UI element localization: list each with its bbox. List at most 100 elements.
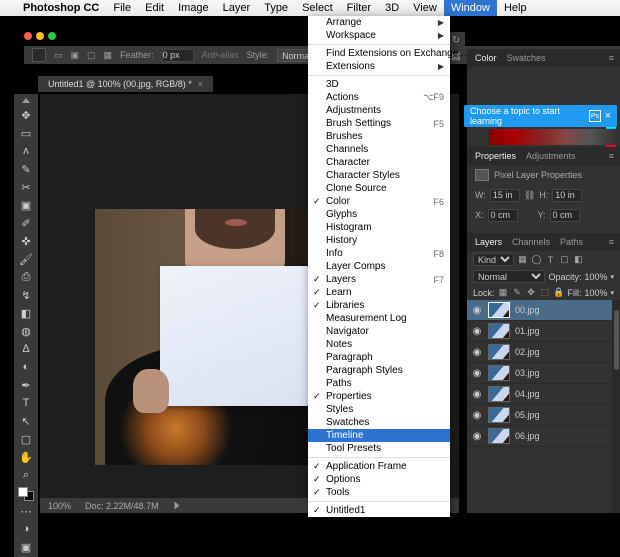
- minimize-window[interactable]: [36, 32, 44, 40]
- app-name[interactable]: Photoshop CC: [16, 0, 106, 16]
- layer-thumbnail[interactable]: [488, 386, 510, 402]
- visibility-icon[interactable]: ◉: [471, 326, 483, 337]
- menu-item-paragraph[interactable]: Paragraph: [308, 351, 450, 364]
- layer-thumbnail[interactable]: [488, 344, 510, 360]
- panel-menu-icon[interactable]: ≡: [609, 237, 612, 247]
- menu-item-arrange[interactable]: Arrange▶: [308, 16, 450, 29]
- menu-item-navigator[interactable]: Navigator: [308, 325, 450, 338]
- layer-row[interactable]: ◉ 06.jpg: [467, 426, 620, 447]
- layer-row[interactable]: ◉ 01.jpg: [467, 321, 620, 342]
- quick-select-tool[interactable]: ✎: [16, 161, 36, 177]
- tab-properties[interactable]: Properties: [475, 151, 516, 161]
- menu-item-swatches[interactable]: Swatches: [308, 416, 450, 429]
- tool-preset-picker[interactable]: [32, 48, 46, 62]
- menu-item-brush-settings[interactable]: Brush SettingsF5: [308, 117, 450, 130]
- menu-3d[interactable]: 3D: [378, 0, 406, 16]
- menu-item-options[interactable]: ✓Options: [308, 473, 450, 486]
- color-spectrum[interactable]: [489, 129, 616, 145]
- zoom-window[interactable]: [48, 32, 56, 40]
- healing-tool[interactable]: ✜: [16, 233, 36, 249]
- eraser-tool[interactable]: ◧: [16, 305, 36, 321]
- menu-window[interactable]: Window: [444, 0, 497, 16]
- marquee-new-icon[interactable]: ▭: [54, 50, 63, 61]
- layer-filter-icon[interactable]: ◯: [531, 254, 542, 265]
- zoom-tool[interactable]: ⌕: [16, 467, 36, 483]
- history-brush-tool[interactable]: ↯: [16, 287, 36, 303]
- layer-lock-icon[interactable]: ⬚: [539, 287, 550, 298]
- doc-size[interactable]: Doc: 2.22M/48.7M: [85, 501, 159, 511]
- layer-filter-icon[interactable]: ◧: [573, 254, 584, 265]
- menu-item-tools[interactable]: ✓Tools: [308, 486, 450, 499]
- layer-row[interactable]: ◉ 04.jpg: [467, 384, 620, 405]
- layer-row[interactable]: ◉ 05.jpg: [467, 405, 620, 426]
- layer-lock-icon[interactable]: 🔒: [553, 287, 564, 298]
- layer-lock-icon[interactable]: ✎: [512, 287, 523, 298]
- pen-tool[interactable]: ✒: [16, 377, 36, 393]
- visibility-icon[interactable]: ◉: [471, 347, 483, 358]
- foreground-color-swatch[interactable]: [18, 487, 28, 497]
- layer-name[interactable]: 06.jpg: [515, 431, 540, 441]
- menu-item-brushes[interactable]: Brushes: [308, 130, 450, 143]
- tab-color[interactable]: Color: [475, 53, 497, 63]
- menu-item-actions[interactable]: Actions⌥F9: [308, 91, 450, 104]
- menu-view[interactable]: View: [406, 0, 444, 16]
- menu-item-3d[interactable]: 3D: [308, 78, 450, 91]
- tab-paths[interactable]: Paths: [560, 237, 583, 247]
- visibility-icon[interactable]: ◉: [471, 389, 483, 400]
- menu-help[interactable]: Help: [497, 0, 534, 16]
- layer-thumbnail[interactable]: [488, 407, 510, 423]
- menu-item-character-styles[interactable]: Character Styles: [308, 169, 450, 182]
- layer-thumbnail[interactable]: [488, 428, 510, 444]
- frame-tool[interactable]: ▣: [16, 197, 36, 213]
- blur-tool[interactable]: ∆: [16, 341, 36, 357]
- gradient-tool[interactable]: ◍: [16, 323, 36, 339]
- menu-item-clone-source[interactable]: Clone Source: [308, 182, 450, 195]
- layers-scrollbar[interactable]: [612, 300, 620, 513]
- layer-lock-icon[interactable]: ✥: [525, 287, 536, 298]
- dodge-tool[interactable]: ◐: [16, 359, 36, 375]
- visibility-icon[interactable]: ◉: [471, 410, 483, 421]
- menu-item-application-frame[interactable]: ✓Application Frame: [308, 460, 450, 473]
- panel-menu-icon[interactable]: ≡: [609, 151, 612, 161]
- menu-item-paths[interactable]: Paths: [308, 377, 450, 390]
- menu-item-character[interactable]: Character: [308, 156, 450, 169]
- menu-item-tool-presets[interactable]: Tool Presets: [308, 442, 450, 455]
- tab-adjustments[interactable]: Adjustments: [526, 151, 576, 161]
- edit-toolbar[interactable]: ⋯: [16, 503, 36, 519]
- link-wh-icon[interactable]: ⛓: [524, 190, 535, 201]
- marquee-add-icon[interactable]: ▣: [71, 50, 80, 61]
- history-icon[interactable]: ↻: [452, 35, 460, 46]
- document-tab[interactable]: Untitled1 @ 100% (00.jpg, RGB/8) * ×: [38, 76, 213, 92]
- layer-kind-select[interactable]: Kind: [473, 253, 514, 266]
- layer-filter-icon[interactable]: T: [545, 254, 556, 265]
- layer-name[interactable]: 04.jpg: [515, 389, 540, 399]
- opacity-value[interactable]: 100%: [584, 272, 607, 282]
- menu-select[interactable]: Select: [295, 0, 340, 16]
- stamp-tool[interactable]: ⎙: [16, 269, 36, 285]
- tab-swatches[interactable]: Swatches: [507, 53, 546, 63]
- layer-name[interactable]: 00.jpg: [515, 305, 540, 315]
- brush-tool[interactable]: 🖌: [16, 251, 36, 267]
- eyedropper-tool[interactable]: ✐: [16, 215, 36, 231]
- close-tab-icon[interactable]: ×: [198, 79, 203, 89]
- layer-thumbnail[interactable]: [488, 365, 510, 381]
- toolbar-toggle[interactable]: [22, 98, 30, 103]
- marquee-tool[interactable]: ▭: [16, 125, 36, 141]
- menu-image[interactable]: Image: [171, 0, 216, 16]
- tab-channels[interactable]: Channels: [512, 237, 550, 247]
- quick-mask[interactable]: ◑: [16, 521, 36, 537]
- menu-type[interactable]: Type: [257, 0, 295, 16]
- y-input[interactable]: [550, 209, 580, 222]
- layer-thumbnail[interactable]: [488, 302, 510, 318]
- menu-item-paragraph-styles[interactable]: Paragraph Styles: [308, 364, 450, 377]
- layer-filter-icon[interactable]: ▦: [517, 254, 528, 265]
- menu-item-learn[interactable]: ✓Learn: [308, 286, 450, 299]
- feather-input[interactable]: [162, 49, 194, 62]
- menu-item-histogram[interactable]: Histogram: [308, 221, 450, 234]
- marquee-intersect-icon[interactable]: ▦: [104, 50, 113, 61]
- visibility-icon[interactable]: ◉: [471, 368, 483, 379]
- menu-item-untitled1[interactable]: ✓Untitled1: [308, 504, 450, 517]
- lasso-tool[interactable]: ʌ: [16, 143, 36, 159]
- close-tip-icon[interactable]: ×: [605, 110, 611, 122]
- visibility-icon[interactable]: ◉: [471, 431, 483, 442]
